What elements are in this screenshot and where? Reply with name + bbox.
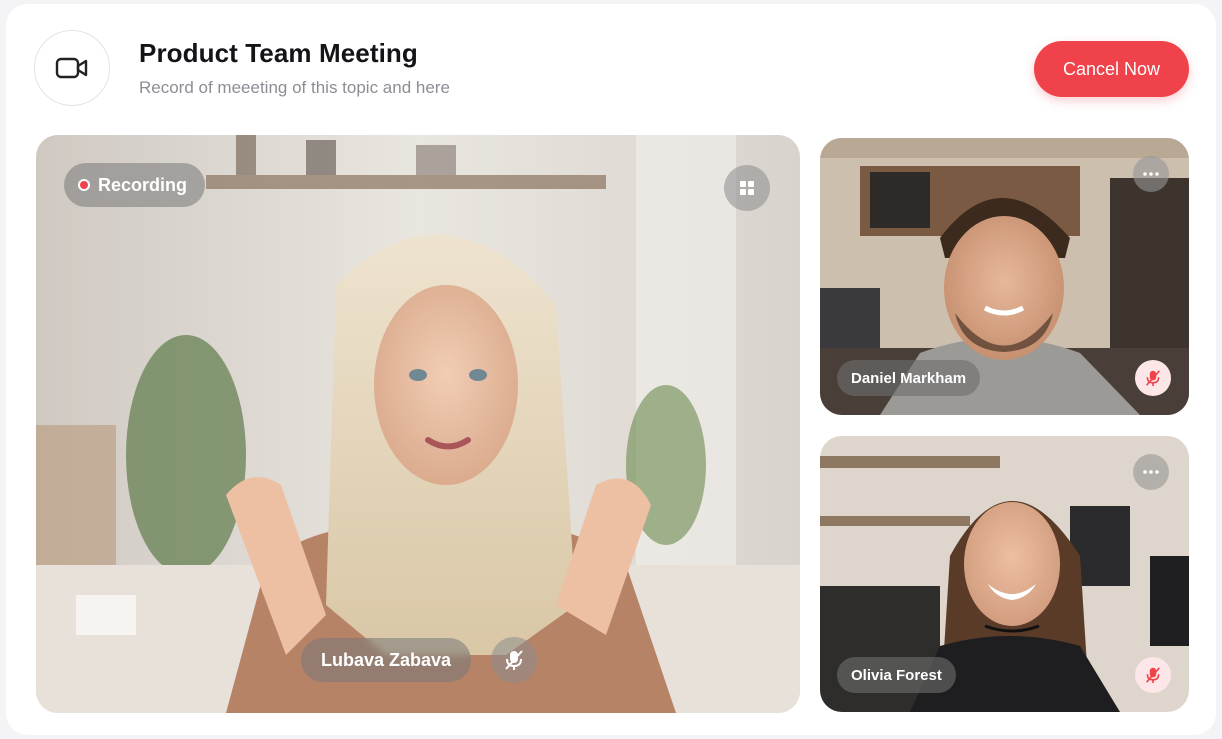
participant-menu-button[interactable]	[1133, 156, 1169, 192]
recording-dot-icon	[78, 179, 90, 191]
participant-name-tag: Lubava Zabava	[301, 638, 472, 682]
video-camera-icon	[34, 30, 110, 106]
main-video-tile[interactable]: Recording Lubava Zabava	[36, 135, 800, 713]
meeting-title: Product Team Meeting	[139, 38, 418, 68]
grid-icon	[740, 181, 754, 195]
more-icon	[1143, 172, 1159, 176]
meeting-subtitle: Record of meeeting of this topic and her…	[139, 78, 450, 97]
mic-toggle-button[interactable]	[491, 637, 537, 683]
participant-tile-daniel[interactable]: Daniel Markham	[820, 138, 1189, 415]
more-icon	[1143, 470, 1159, 474]
main-video-feed	[36, 135, 800, 713]
mic-off-icon	[505, 650, 523, 670]
recording-indicator: Recording	[64, 163, 206, 207]
participant-menu-button[interactable]	[1133, 454, 1169, 490]
grid-layout-button[interactable]	[724, 165, 770, 211]
cancel-now-button[interactable]: Cancel Now	[1034, 41, 1189, 97]
participant-tile-olivia[interactable]: Olivia Forest	[820, 436, 1189, 712]
participant-name-tag: Daniel Markham	[837, 360, 981, 396]
mic-toggle-button[interactable]	[1135, 360, 1171, 396]
participant-name: Daniel Markham	[851, 369, 967, 387]
mic-toggle-button[interactable]	[1135, 657, 1171, 693]
mic-off-icon	[1146, 667, 1160, 683]
recording-label: Recording	[98, 174, 188, 195]
mic-off-icon	[1146, 370, 1160, 386]
participant-name: Lubava Zabava	[321, 649, 452, 670]
meeting-card: Product Team Meeting Record of meeeting …	[6, 4, 1216, 735]
participant-name: Olivia Forest	[851, 666, 942, 684]
participant-name-tag: Olivia Forest	[837, 657, 956, 693]
